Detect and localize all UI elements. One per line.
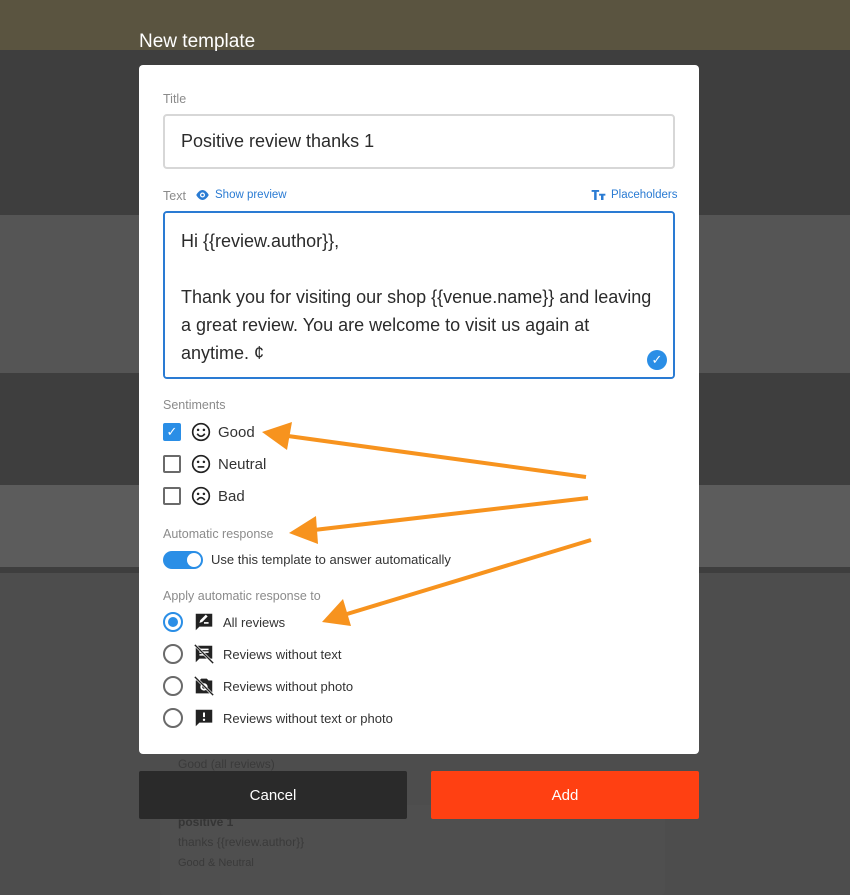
- smile-icon: [191, 422, 211, 442]
- add-button[interactable]: Add: [431, 771, 699, 819]
- frown-icon: [191, 486, 211, 506]
- toggle-knob: [187, 553, 201, 567]
- show-preview-link[interactable]: Show preview: [195, 189, 287, 201]
- no-text-review-icon: [193, 643, 215, 665]
- sentiment-bad-label: Bad: [218, 487, 245, 505]
- apply-without-text-radio[interactable]: Reviews without text: [163, 643, 342, 665]
- title-input[interactable]: [163, 114, 675, 169]
- placeholders-label: Placeholders: [611, 189, 678, 201]
- text-fields-icon: [591, 190, 606, 200]
- radio-selected-icon[interactable]: [163, 612, 183, 632]
- rate-review-icon: [195, 613, 213, 631]
- apply-without-photo-radio[interactable]: Reviews without photo: [163, 675, 353, 697]
- background-filter-label: Good (all reviews): [178, 757, 275, 771]
- checkbox-checked-icon[interactable]: ✓: [163, 423, 181, 441]
- new-template-dialog: Title Text Show preview Placeholders Hi …: [139, 65, 699, 754]
- cancel-button[interactable]: Cancel: [139, 771, 407, 819]
- checkbox-unchecked-icon[interactable]: [163, 455, 181, 473]
- sentiment-neutral-checkbox[interactable]: Neutral: [163, 452, 266, 476]
- neutral-face-icon: [191, 454, 211, 474]
- background-template-tags: Good & Neutral: [178, 857, 254, 869]
- background-template-text: thanks {{review.author}}: [178, 835, 305, 849]
- placeholders-link[interactable]: Placeholders: [591, 189, 677, 201]
- automatic-response-toggle[interactable]: [163, 551, 203, 569]
- sentiment-neutral-label: Neutral: [218, 455, 267, 473]
- notification-banner: [0, 0, 850, 50]
- apply-all-reviews-label: All reviews: [223, 614, 286, 630]
- radio-unselected-icon[interactable]: [163, 676, 183, 696]
- apply-all-reviews-radio[interactable]: All reviews: [163, 611, 285, 633]
- radio-unselected-icon[interactable]: [163, 644, 183, 664]
- title-label: Title: [163, 92, 187, 106]
- sentiment-bad-checkbox[interactable]: Bad: [163, 484, 245, 508]
- text-label: Text: [163, 189, 186, 203]
- apply-to-label: Apply automatic response to: [163, 589, 321, 603]
- no-photo-icon: [193, 675, 215, 697]
- valid-check-icon: ✓: [647, 350, 667, 370]
- sentiment-good-checkbox[interactable]: ✓ Good: [163, 420, 255, 444]
- eye-icon: [196, 190, 209, 200]
- apply-without-text-or-photo-radio[interactable]: Reviews without text or photo: [163, 707, 393, 729]
- apply-without-text-or-photo-label: Reviews without text or photo: [223, 710, 393, 726]
- alert-review-icon: [195, 709, 213, 727]
- automatic-response-label: Automatic response: [163, 527, 274, 541]
- text-input[interactable]: Hi {{review.author}}, Thank you for visi…: [163, 211, 675, 379]
- radio-unselected-icon[interactable]: [163, 708, 183, 728]
- show-preview-label: Show preview: [215, 189, 287, 201]
- dialog-title: New template: [139, 31, 256, 52]
- sentiment-good-label: Good: [218, 423, 255, 441]
- checkbox-unchecked-icon[interactable]: [163, 487, 181, 505]
- sentiments-label: Sentiments: [163, 398, 226, 412]
- apply-without-photo-label: Reviews without photo: [223, 678, 354, 694]
- apply-without-text-label: Reviews without text: [223, 646, 342, 662]
- automatic-response-toggle-label: Use this template to answer automaticall…: [211, 552, 451, 567]
